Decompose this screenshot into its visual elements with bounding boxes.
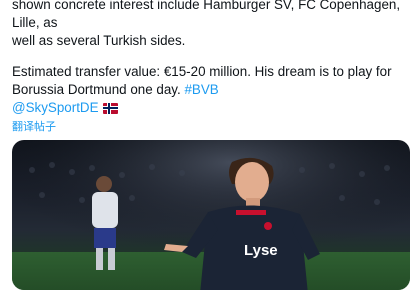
hashtag-bvb[interactable]: #BVB — [184, 82, 218, 97]
translate-post-link[interactable]: 翻译帖子 — [12, 118, 56, 134]
tweet-paragraph-1: shown concrete interest include Hamburge… — [12, 0, 414, 50]
mention-row: @SkySportDE — [12, 99, 118, 117]
match-photo: Lyse — [12, 140, 410, 290]
tweet-paragraph-2: Estimated transfer value: €15-20 million… — [12, 63, 414, 99]
mention-skysportde[interactable]: @SkySportDE — [12, 99, 99, 117]
tweet-line-2: well as several Turkish sides. — [12, 33, 186, 48]
tweet-line-1: shown concrete interest include Hamburge… — [12, 0, 401, 30]
norway-flag-icon — [102, 102, 118, 114]
tweet-text: shown concrete interest include Hamburge… — [12, 0, 414, 112]
jersey-sponsor-text: Lyse — [244, 242, 278, 259]
tweet-media-photo[interactable]: Lyse — [12, 140, 410, 290]
